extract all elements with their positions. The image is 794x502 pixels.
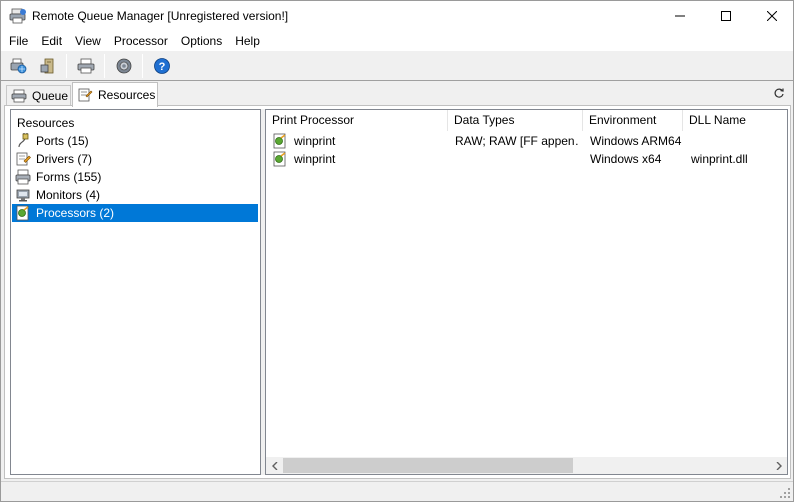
column-header-dll-name[interactable]: DLL Name	[683, 110, 787, 131]
table-row[interactable]: winprint Windows x64 winprint.dll	[266, 150, 787, 168]
scroll-right-button[interactable]	[770, 457, 787, 474]
cell-data-types: RAW; RAW [FF appen…	[455, 134, 580, 148]
help-button[interactable]: ?	[151, 55, 173, 77]
processor-icon	[273, 133, 286, 149]
connect-button[interactable]	[7, 55, 29, 77]
column-header-environment[interactable]: Environment	[583, 110, 683, 131]
toolbar-separator	[104, 54, 105, 78]
minimize-button[interactable]	[657, 1, 703, 31]
printer-icon	[11, 89, 27, 103]
resources-icon	[78, 88, 93, 102]
chevron-left-icon	[271, 461, 277, 470]
tree-item-label: Drivers (7)	[36, 152, 92, 166]
toolbar-separator	[66, 54, 67, 78]
settings-button[interactable]	[113, 55, 135, 77]
toolbar: ?	[1, 51, 793, 81]
column-header-data-types[interactable]: Data Types	[448, 110, 583, 131]
cell-dll-name	[691, 132, 786, 150]
tree-item-ports[interactable]: Ports (15)	[12, 132, 258, 150]
refresh-icon[interactable]	[773, 87, 785, 99]
cell-environment: Windows ARM64	[590, 134, 682, 148]
menu-bar: File Edit View Processor Options Help	[1, 31, 793, 51]
settings-gear-icon	[116, 58, 132, 74]
close-button[interactable]	[749, 1, 794, 31]
processor-icon	[16, 205, 29, 221]
tree-item-label: Ports (15)	[36, 134, 89, 148]
svg-text:?: ?	[159, 61, 166, 73]
menu-view[interactable]: View	[70, 31, 106, 51]
title-bar: Remote Queue Manager [Unregistered versi…	[1, 1, 793, 31]
menu-file[interactable]: File	[4, 31, 33, 51]
scrollbar-thumb[interactable]	[283, 458, 573, 473]
list-header: Print Processor Data Types Environment D…	[266, 110, 787, 131]
menu-help[interactable]: Help	[230, 31, 265, 51]
minimize-icon	[675, 15, 685, 17]
menu-options[interactable]: Options	[176, 31, 227, 51]
tab-strip: Queue Resources	[1, 82, 793, 107]
forms-icon	[15, 169, 31, 185]
toolbar-separator	[142, 54, 143, 78]
horizontal-scrollbar[interactable]	[266, 457, 787, 474]
printer-icon	[77, 58, 95, 74]
tree-item-drivers[interactable]: Drivers (7)	[12, 150, 258, 168]
status-bar	[1, 481, 793, 501]
menu-processor[interactable]: Processor	[109, 31, 173, 51]
tree-item-label: Monitors (4)	[36, 188, 101, 202]
server-button[interactable]	[37, 55, 59, 77]
driver-icon	[16, 152, 31, 166]
tree-item-processors[interactable]: Processors (2)	[12, 204, 258, 222]
resources-page: Resources Ports (15) Drivers (7) Forms (…	[4, 105, 791, 479]
cell-processor: winprint	[294, 134, 336, 148]
window-title: Remote Queue Manager [Unregistered versi…	[32, 9, 289, 23]
menu-edit[interactable]: Edit	[36, 31, 67, 51]
scroll-left-button[interactable]	[266, 457, 283, 474]
close-icon	[767, 11, 777, 21]
table-row[interactable]: winprint RAW; RAW [FF appen… Windows ARM…	[266, 132, 787, 150]
processors-list[interactable]: Print Processor Data Types Environment D…	[265, 109, 788, 475]
cell-environment: Windows x64	[590, 152, 662, 166]
monitor-icon	[16, 189, 30, 202]
column-header-print-processor[interactable]: Print Processor	[266, 110, 448, 131]
maximize-icon	[721, 11, 731, 21]
cell-dll-name: winprint.dll	[691, 152, 748, 166]
printer-button[interactable]	[75, 55, 97, 77]
maximize-button[interactable]	[703, 1, 749, 31]
tab-queue[interactable]: Queue	[6, 85, 71, 106]
port-plug-icon	[18, 133, 29, 148]
help-icon: ?	[154, 58, 170, 74]
cell-processor: winprint	[294, 152, 336, 166]
resources-tree[interactable]: Resources Ports (15) Drivers (7) Forms (…	[10, 109, 261, 475]
resize-grip-icon[interactable]	[779, 487, 791, 499]
chevron-right-icon	[776, 461, 782, 470]
app-printer-icon	[9, 8, 26, 24]
processor-icon	[273, 151, 286, 167]
app-window: Remote Queue Manager [Unregistered versi…	[0, 0, 794, 502]
server-icon	[40, 58, 54, 74]
connect-icon	[10, 58, 27, 74]
tree-item-monitors[interactable]: Monitors (4)	[12, 186, 258, 204]
tab-resources-label: Resources	[98, 88, 156, 102]
tree-item-forms[interactable]: Forms (155)	[12, 168, 258, 186]
tab-resources[interactable]: Resources	[72, 82, 158, 107]
tree-item-label: Forms (155)	[36, 170, 102, 184]
tab-queue-label: Queue	[32, 89, 69, 103]
cell-data-types	[455, 150, 580, 168]
tree-item-label: Processors (2)	[36, 206, 115, 220]
tree-root-label: Resources	[17, 116, 75, 130]
